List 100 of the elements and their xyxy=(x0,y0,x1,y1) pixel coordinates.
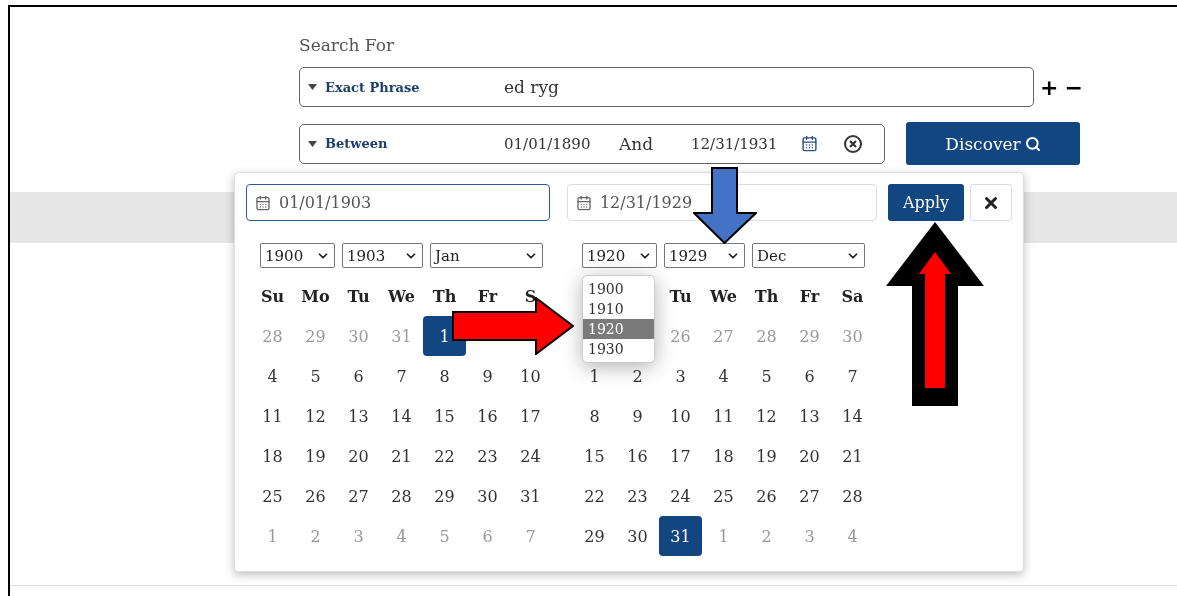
operator-dropdown[interactable]: Between xyxy=(308,136,504,151)
calendar-day[interactable]: 15 xyxy=(423,396,466,436)
weekday-label: Fr xyxy=(476,286,499,306)
calendar-day[interactable]: 6 xyxy=(788,356,831,396)
search-icon xyxy=(1024,135,1041,152)
select-value: 1929 xyxy=(669,246,708,265)
calendar-day[interactable]: 7 xyxy=(831,356,874,396)
select-value: Dec xyxy=(757,246,787,265)
calendar-day[interactable]: 24 xyxy=(659,476,702,516)
calendar-day[interactable]: 17 xyxy=(509,396,552,436)
end-date-value: 12/31/1929 xyxy=(599,193,693,212)
apply-button[interactable]: Apply xyxy=(887,184,965,221)
search-field[interactable]: Exact Phrase ed ryg xyxy=(299,67,1034,107)
calendar-day[interactable]: 5 xyxy=(745,356,788,396)
calendar-day[interactable]: 19 xyxy=(294,436,337,476)
calendar-day[interactable]: 27 xyxy=(337,476,380,516)
calendar-day[interactable]: 10 xyxy=(659,396,702,436)
weekday-label: Mo xyxy=(300,286,331,306)
calendar-day[interactable]: 28 xyxy=(831,476,874,516)
calendar-day[interactable]: 9 xyxy=(466,356,509,396)
calendar-day[interactable]: 13 xyxy=(788,396,831,436)
calendar-day[interactable]: 8 xyxy=(423,356,466,396)
year-option[interactable]: 1930 xyxy=(583,339,654,359)
calendar-day[interactable]: 9 xyxy=(616,396,659,436)
year-option[interactable]: 1910 xyxy=(583,299,654,319)
calendar-day[interactable]: 4 xyxy=(251,356,294,396)
select-value: 1900 xyxy=(265,246,304,265)
calendar-select[interactable]: Jan xyxy=(430,243,543,268)
calendar-day[interactable]: 26 xyxy=(745,476,788,516)
and-label: And xyxy=(619,133,655,154)
calendar-day[interactable]: 14 xyxy=(831,396,874,436)
calendar-day[interactable]: 18 xyxy=(702,436,745,476)
calendar-day[interactable]: 16 xyxy=(616,436,659,476)
calendar-day[interactable]: 17 xyxy=(659,436,702,476)
calendar-day[interactable]: 8 xyxy=(573,396,616,436)
calendar-day[interactable]: 29 xyxy=(423,476,466,516)
calendar-select[interactable]: 1920 xyxy=(582,243,657,268)
calendar-select[interactable]: 1903 xyxy=(342,243,423,268)
weekday-label: Tu xyxy=(346,286,371,306)
calendar-day[interactable]: 31 xyxy=(509,476,552,516)
calendar-icon xyxy=(255,194,271,211)
calendar-icon[interactable] xyxy=(801,135,818,152)
calendar-day[interactable]: 21 xyxy=(831,436,874,476)
calendar-day[interactable]: 12 xyxy=(745,396,788,436)
calendar-day[interactable]: 25 xyxy=(251,476,294,516)
weekday-label: Th xyxy=(753,286,780,306)
calendar-day[interactable]: 19 xyxy=(745,436,788,476)
calendar-day[interactable]: 30 xyxy=(466,476,509,516)
calendar-day[interactable]: 4 xyxy=(702,356,745,396)
calendar-day[interactable]: 11 xyxy=(702,396,745,436)
date-to: 12/31/1931 xyxy=(691,134,779,153)
discover-button[interactable]: Discover xyxy=(906,122,1080,165)
calendar-day[interactable]: 12 xyxy=(294,396,337,436)
calendar-day[interactable]: 30 xyxy=(616,516,659,556)
year-option[interactable]: 1920 xyxy=(583,319,654,339)
calendar-day[interactable]: 11 xyxy=(251,396,294,436)
calendar-day[interactable]: 20 xyxy=(788,436,831,476)
calendar-day[interactable]: 16 xyxy=(466,396,509,436)
weekday-label: S xyxy=(523,286,538,306)
calendar-day[interactable]: 7 xyxy=(380,356,423,396)
weekday-label: Th xyxy=(431,286,458,306)
calendar-day[interactable]: 5 xyxy=(294,356,337,396)
calendar-day[interactable]: 3 xyxy=(659,356,702,396)
calendar-day[interactable]: 20 xyxy=(337,436,380,476)
calendar-day[interactable]: 14 xyxy=(380,396,423,436)
calendar-day[interactable]: 24 xyxy=(509,436,552,476)
close-button[interactable] xyxy=(970,184,1012,221)
calendar-day[interactable]: 15 xyxy=(573,436,616,476)
calendar-day[interactable]: 13 xyxy=(337,396,380,436)
calendar-day[interactable]: 29 xyxy=(573,516,616,556)
weekday-label: Sa xyxy=(840,286,865,306)
calendar-day[interactable]: 21 xyxy=(380,436,423,476)
calendar-day[interactable]: 10 xyxy=(509,356,552,396)
weekday-label: Su xyxy=(259,286,286,306)
add-row-button[interactable]: + xyxy=(1040,74,1059,100)
date-range-field[interactable]: Between 01/01/1890 And 12/31/1931 xyxy=(299,123,885,164)
clear-icon[interactable] xyxy=(844,134,862,153)
calendar-select[interactable]: 1900 xyxy=(260,243,335,268)
calendar-day[interactable]: 27 xyxy=(788,476,831,516)
select-value: 1920 xyxy=(587,246,626,265)
calendar-day[interactable]: 23 xyxy=(466,436,509,476)
search-for-label: Search For xyxy=(299,35,396,57)
calendar-select[interactable]: 1929 xyxy=(664,243,745,268)
calendar-day[interactable]: 25 xyxy=(702,476,745,516)
weekday-label: We xyxy=(387,286,416,306)
calendar-day[interactable]: 22 xyxy=(573,476,616,516)
start-date-input[interactable]: 01/01/1903 xyxy=(246,184,550,221)
calendar-day[interactable]: 6 xyxy=(337,356,380,396)
select-value: Jan xyxy=(435,246,460,265)
remove-row-button[interactable]: − xyxy=(1064,74,1083,100)
operator-dropdown[interactable]: Exact Phrase xyxy=(308,79,504,95)
calendar-day[interactable]: 28 xyxy=(380,476,423,516)
calendar-day[interactable]: 31 xyxy=(659,516,702,556)
calendar-day[interactable]: 26 xyxy=(294,476,337,516)
search-value: ed ryg xyxy=(504,77,559,97)
calendar-select[interactable]: Dec xyxy=(752,243,865,268)
calendar-day[interactable]: 18 xyxy=(251,436,294,476)
calendar-day[interactable]: 22 xyxy=(423,436,466,476)
calendar-day[interactable]: 23 xyxy=(616,476,659,516)
year-option[interactable]: 1900 xyxy=(583,279,654,299)
